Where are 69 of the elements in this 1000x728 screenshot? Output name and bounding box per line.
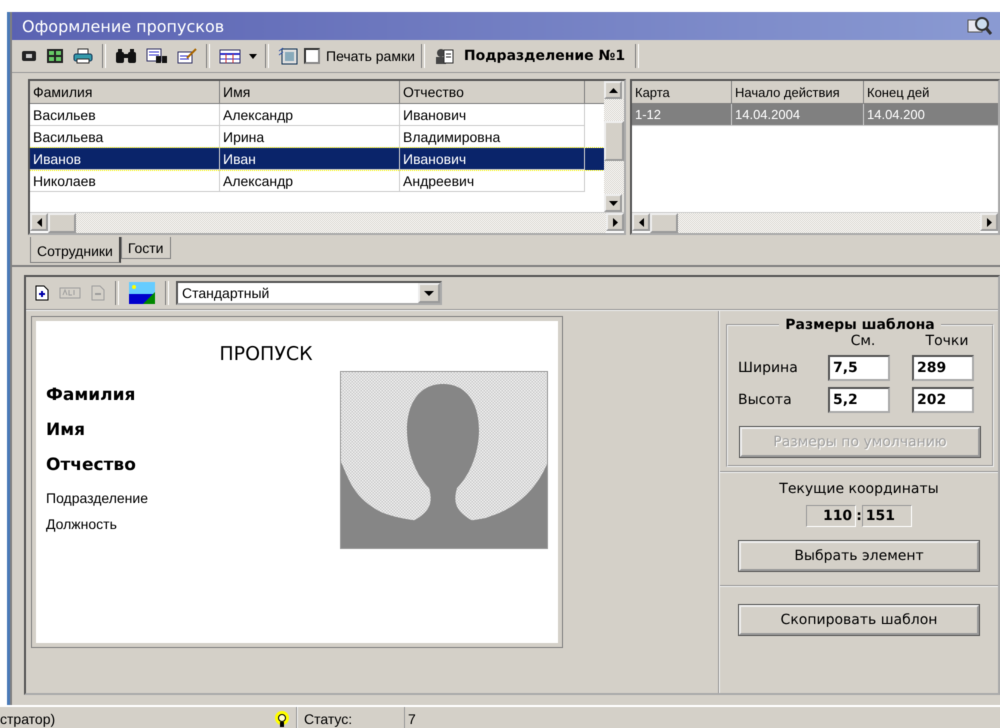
landscape-image-icon[interactable] (126, 281, 158, 305)
template-dropdown[interactable]: Стандартный (176, 281, 442, 305)
table-row[interactable]: Иванов Иван Иванович (30, 148, 604, 170)
scroll-thumb[interactable] (48, 213, 76, 233)
pass-field-label: Должность (46, 516, 118, 532)
status-label: Статус: (303, 710, 354, 726)
column-label: См. (850, 333, 876, 349)
scroll-left-icon[interactable] (30, 213, 48, 231)
window-title: Оформление пропусков (22, 16, 224, 36)
user-label: стратор) (0, 710, 56, 726)
vertical-scrollbar[interactable] (604, 81, 624, 212)
table-cell: Александр (220, 104, 400, 126)
scroll-down-icon[interactable] (604, 194, 622, 212)
checkbox[interactable] (304, 48, 320, 64)
input-field[interactable]: 5,2 (828, 387, 890, 413)
horizontal-scrollbar[interactable] (30, 212, 624, 233)
field-label: Ширина (738, 360, 799, 376)
scroll-thumb[interactable] (650, 213, 678, 233)
column-header[interactable]: Имя (220, 81, 400, 103)
table-cell: Николаев (30, 170, 220, 192)
table-cell: Александр (220, 170, 400, 192)
pass-title: ПРОПУСК (218, 343, 314, 365)
table-cell: 1-12 (632, 104, 732, 126)
column-header[interactable]: Карта (632, 81, 732, 103)
coordinates-label: Текущие координаты (779, 481, 939, 497)
tab[interactable]: Гости (120, 237, 171, 259)
table-cell: Иванов (30, 148, 220, 170)
scroll-up-icon[interactable] (604, 81, 622, 99)
scroll-thumb[interactable] (604, 121, 624, 161)
coordinate-x: 110 (806, 505, 856, 527)
pass-field-label: Имя (46, 420, 86, 440)
pass-field-label: Фамилия (46, 385, 136, 405)
column-header[interactable]: Фамилия (30, 81, 220, 103)
scroll-right-icon[interactable] (980, 213, 998, 231)
coordinate-y: 151 (862, 505, 912, 527)
table-row[interactable]: 1-12 14.04.2004 14.04.200 (632, 104, 998, 126)
status-value: 7 (404, 707, 1000, 728)
input-field[interactable]: 7,5 (828, 355, 890, 381)
column-header[interactable]: Отчество (400, 81, 585, 103)
select-element-button[interactable]: Выбрать элемент (739, 541, 979, 571)
pass-field-label: Подразделение (46, 490, 148, 506)
table-row[interactable]: Васильев Александр Иванович (30, 104, 604, 126)
scroll-left-icon[interactable] (632, 213, 650, 231)
table-row[interactable]: Николаев Александр Андреевич (30, 170, 604, 192)
horizontal-scrollbar[interactable] (632, 212, 998, 233)
table-cell: 14.04.200 (864, 104, 998, 126)
print-frames-checkbox[interactable]: Печать рамки (304, 48, 415, 64)
table-cell: Андреевич (400, 170, 585, 192)
table-cell: Иванович (400, 104, 585, 126)
table-cell: Иванович (400, 148, 585, 170)
column-header[interactable]: Начало действия (732, 81, 864, 103)
group-title: Размеры шаблона (784, 317, 936, 333)
tab[interactable]: Сотрудники (30, 237, 121, 263)
table-cell: Васильев (30, 104, 220, 126)
checkbox-label: Печать рамки (326, 48, 415, 64)
magnifier-icon (966, 16, 992, 36)
field-label: Высота (738, 392, 793, 408)
table-cell: Иван (220, 148, 400, 170)
department-label: Подразделение №1 (462, 48, 626, 64)
pass-field-label: Отчество (46, 455, 137, 475)
column-header[interactable]: Конец дей (864, 81, 998, 103)
coordinate-separator: : (856, 508, 862, 524)
column-label: Точки (924, 333, 970, 349)
copy-template-button[interactable]: Скопировать шаблон (739, 605, 979, 635)
input-field[interactable]: 289 (912, 355, 974, 381)
lightbulb-icon (274, 710, 290, 726)
input-field[interactable]: 202 (912, 387, 974, 413)
scroll-right-icon[interactable] (606, 213, 624, 231)
table-cell: 14.04.2004 (732, 104, 864, 126)
